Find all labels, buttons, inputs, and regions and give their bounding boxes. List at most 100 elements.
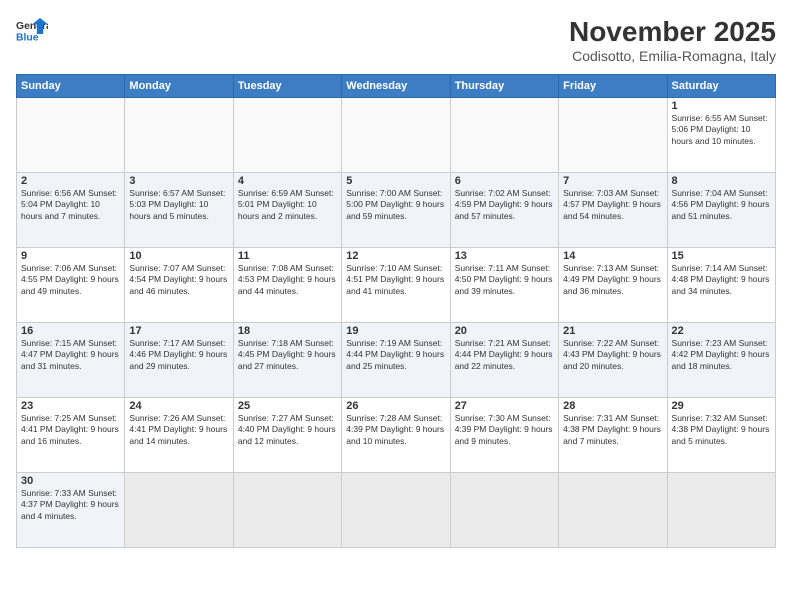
table-row: 3Sunrise: 6:57 AM Sunset: 5:03 PM Daylig… [125, 173, 233, 248]
day-info: Sunrise: 7:28 AM Sunset: 4:39 PM Dayligh… [346, 413, 445, 447]
month-title: November 2025 [569, 16, 776, 48]
col-thursday: Thursday [450, 75, 558, 98]
day-info: Sunrise: 7:06 AM Sunset: 4:55 PM Dayligh… [21, 263, 120, 297]
day-number: 2 [21, 175, 120, 187]
day-info: Sunrise: 7:04 AM Sunset: 4:56 PM Dayligh… [672, 188, 771, 222]
table-row [450, 473, 558, 548]
header: General Blue November 2025 Codisotto, Em… [16, 16, 776, 64]
table-row [233, 473, 341, 548]
day-number: 29 [672, 400, 771, 412]
table-row: 5Sunrise: 7:00 AM Sunset: 5:00 PM Daylig… [342, 173, 450, 248]
day-number: 21 [563, 325, 662, 337]
col-monday: Monday [125, 75, 233, 98]
location: Codisotto, Emilia-Romagna, Italy [569, 48, 776, 64]
table-row: 30Sunrise: 7:33 AM Sunset: 4:37 PM Dayli… [17, 473, 125, 548]
calendar-week-row: 1Sunrise: 6:55 AM Sunset: 5:06 PM Daylig… [17, 98, 776, 173]
day-number: 5 [346, 175, 445, 187]
table-row [233, 98, 341, 173]
table-row: 28Sunrise: 7:31 AM Sunset: 4:38 PM Dayli… [559, 398, 667, 473]
calendar-week-row: 23Sunrise: 7:25 AM Sunset: 4:41 PM Dayli… [17, 398, 776, 473]
table-row [125, 98, 233, 173]
day-number: 27 [455, 400, 554, 412]
day-number: 13 [455, 250, 554, 262]
table-row: 11Sunrise: 7:08 AM Sunset: 4:53 PM Dayli… [233, 248, 341, 323]
day-number: 24 [129, 400, 228, 412]
day-number: 3 [129, 175, 228, 187]
svg-text:Blue: Blue [16, 32, 39, 43]
day-number: 30 [21, 475, 120, 487]
day-number: 14 [563, 250, 662, 262]
table-row: 20Sunrise: 7:21 AM Sunset: 4:44 PM Dayli… [450, 323, 558, 398]
day-number: 22 [672, 325, 771, 337]
day-info: Sunrise: 7:11 AM Sunset: 4:50 PM Dayligh… [455, 263, 554, 297]
day-number: 4 [238, 175, 337, 187]
table-row [450, 98, 558, 173]
day-number: 7 [563, 175, 662, 187]
table-row [559, 473, 667, 548]
day-info: Sunrise: 7:14 AM Sunset: 4:48 PM Dayligh… [672, 263, 771, 297]
col-saturday: Saturday [667, 75, 775, 98]
day-info: Sunrise: 7:02 AM Sunset: 4:59 PM Dayligh… [455, 188, 554, 222]
table-row: 6Sunrise: 7:02 AM Sunset: 4:59 PM Daylig… [450, 173, 558, 248]
calendar-week-row: 16Sunrise: 7:15 AM Sunset: 4:47 PM Dayli… [17, 323, 776, 398]
generalblue-logo-icon: General Blue [16, 16, 48, 44]
table-row: 29Sunrise: 7:32 AM Sunset: 4:38 PM Dayli… [667, 398, 775, 473]
day-info: Sunrise: 6:59 AM Sunset: 5:01 PM Dayligh… [238, 188, 337, 222]
day-info: Sunrise: 7:08 AM Sunset: 4:53 PM Dayligh… [238, 263, 337, 297]
table-row: 7Sunrise: 7:03 AM Sunset: 4:57 PM Daylig… [559, 173, 667, 248]
table-row: 27Sunrise: 7:30 AM Sunset: 4:39 PM Dayli… [450, 398, 558, 473]
calendar: Sunday Monday Tuesday Wednesday Thursday… [16, 74, 776, 548]
day-number: 11 [238, 250, 337, 262]
table-row: 22Sunrise: 7:23 AM Sunset: 4:42 PM Dayli… [667, 323, 775, 398]
col-wednesday: Wednesday [342, 75, 450, 98]
day-number: 26 [346, 400, 445, 412]
table-row: 8Sunrise: 7:04 AM Sunset: 4:56 PM Daylig… [667, 173, 775, 248]
day-info: Sunrise: 7:07 AM Sunset: 4:54 PM Dayligh… [129, 263, 228, 297]
table-row: 12Sunrise: 7:10 AM Sunset: 4:51 PM Dayli… [342, 248, 450, 323]
table-row: 24Sunrise: 7:26 AM Sunset: 4:41 PM Dayli… [125, 398, 233, 473]
day-info: Sunrise: 6:55 AM Sunset: 5:06 PM Dayligh… [672, 113, 771, 147]
day-number: 23 [21, 400, 120, 412]
calendar-week-row: 30Sunrise: 7:33 AM Sunset: 4:37 PM Dayli… [17, 473, 776, 548]
day-number: 17 [129, 325, 228, 337]
table-row [125, 473, 233, 548]
day-info: Sunrise: 7:25 AM Sunset: 4:41 PM Dayligh… [21, 413, 120, 447]
day-number: 6 [455, 175, 554, 187]
col-friday: Friday [559, 75, 667, 98]
day-info: Sunrise: 7:30 AM Sunset: 4:39 PM Dayligh… [455, 413, 554, 447]
table-row: 15Sunrise: 7:14 AM Sunset: 4:48 PM Dayli… [667, 248, 775, 323]
table-row [17, 98, 125, 173]
day-number: 25 [238, 400, 337, 412]
day-info: Sunrise: 7:22 AM Sunset: 4:43 PM Dayligh… [563, 338, 662, 372]
day-number: 8 [672, 175, 771, 187]
col-sunday: Sunday [17, 75, 125, 98]
day-info: Sunrise: 7:23 AM Sunset: 4:42 PM Dayligh… [672, 338, 771, 372]
day-info: Sunrise: 7:15 AM Sunset: 4:47 PM Dayligh… [21, 338, 120, 372]
logo: General Blue [16, 16, 48, 44]
day-info: Sunrise: 7:32 AM Sunset: 4:38 PM Dayligh… [672, 413, 771, 447]
table-row [342, 473, 450, 548]
header-right: November 2025 Codisotto, Emilia-Romagna,… [569, 16, 776, 64]
table-row: 1Sunrise: 6:55 AM Sunset: 5:06 PM Daylig… [667, 98, 775, 173]
day-number: 10 [129, 250, 228, 262]
day-info: Sunrise: 7:03 AM Sunset: 4:57 PM Dayligh… [563, 188, 662, 222]
table-row [342, 98, 450, 173]
day-info: Sunrise: 7:33 AM Sunset: 4:37 PM Dayligh… [21, 488, 120, 522]
day-number: 9 [21, 250, 120, 262]
day-number: 12 [346, 250, 445, 262]
table-row: 16Sunrise: 7:15 AM Sunset: 4:47 PM Dayli… [17, 323, 125, 398]
table-row: 13Sunrise: 7:11 AM Sunset: 4:50 PM Dayli… [450, 248, 558, 323]
day-number: 1 [672, 100, 771, 112]
day-info: Sunrise: 6:57 AM Sunset: 5:03 PM Dayligh… [129, 188, 228, 222]
day-info: Sunrise: 7:26 AM Sunset: 4:41 PM Dayligh… [129, 413, 228, 447]
page: General Blue November 2025 Codisotto, Em… [0, 0, 792, 612]
day-info: Sunrise: 7:17 AM Sunset: 4:46 PM Dayligh… [129, 338, 228, 372]
day-number: 28 [563, 400, 662, 412]
table-row: 4Sunrise: 6:59 AM Sunset: 5:01 PM Daylig… [233, 173, 341, 248]
day-info: Sunrise: 7:00 AM Sunset: 5:00 PM Dayligh… [346, 188, 445, 222]
day-number: 19 [346, 325, 445, 337]
day-info: Sunrise: 7:31 AM Sunset: 4:38 PM Dayligh… [563, 413, 662, 447]
day-number: 18 [238, 325, 337, 337]
day-info: Sunrise: 7:10 AM Sunset: 4:51 PM Dayligh… [346, 263, 445, 297]
day-number: 20 [455, 325, 554, 337]
